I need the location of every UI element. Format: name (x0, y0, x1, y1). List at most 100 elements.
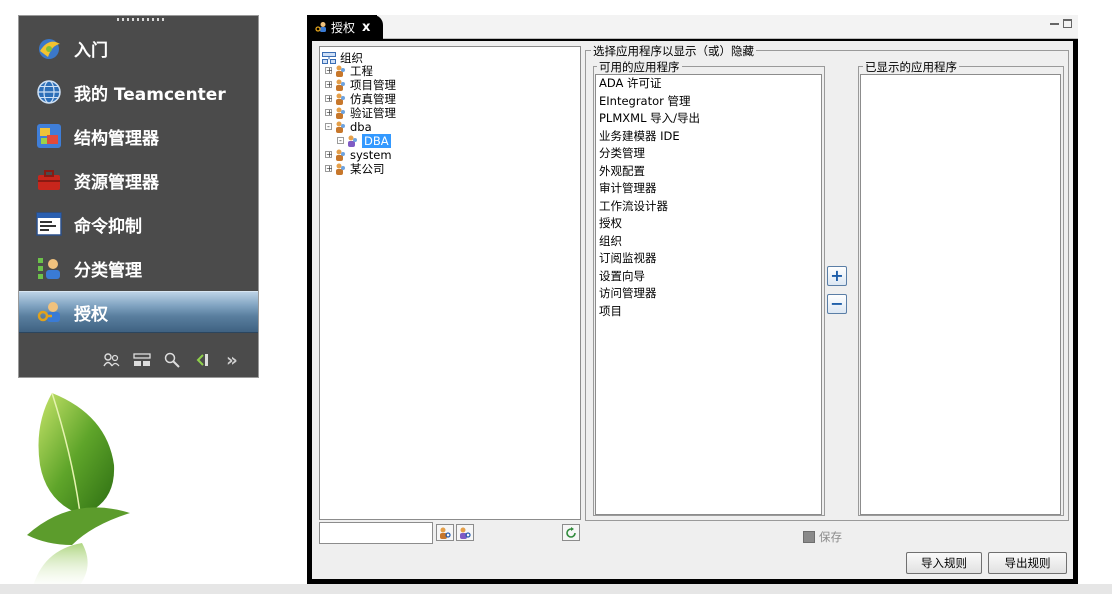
nav-item-classification[interactable]: 分类管理 (19, 248, 258, 288)
group-icon (335, 107, 346, 119)
group-icon (335, 65, 346, 77)
command-window-icon (36, 211, 62, 237)
application-list-item[interactable]: 工作流设计器 (596, 198, 821, 216)
navigator-toolbar: » (19, 343, 258, 377)
tree-node-selected[interactable]: - DBA (337, 133, 391, 148)
pane-resize-grip[interactable] (117, 18, 165, 21)
organization-tree[interactable]: 组织 + 工程 + 项目管理 + 仿真管理 + 验证管理 - dba - DBA… (319, 46, 581, 520)
group-icon (335, 93, 346, 105)
remove-button[interactable]: − (827, 294, 847, 314)
save-button[interactable]: 保存 (803, 529, 842, 545)
collapse-icon[interactable]: - (325, 123, 332, 131)
nav-item-structure-manager[interactable]: 结构管理器 (19, 116, 258, 156)
tab-authorization[interactable]: 授权 x (307, 15, 383, 39)
nav-item-label: 我的 Teamcenter (74, 84, 226, 105)
collapse-icon[interactable]: - (337, 137, 344, 145)
tree-search-input[interactable] (319, 522, 433, 544)
tree-node-label: 某公司 (350, 161, 385, 176)
role-search-icon (460, 527, 471, 539)
role-icon (347, 135, 358, 147)
access-key-icon (36, 299, 62, 325)
application-list-item[interactable]: 审计管理器 (596, 180, 821, 198)
tree-node-label: DBA (362, 133, 391, 148)
save-label: 保存 (819, 530, 842, 544)
expand-icon[interactable]: + (325, 151, 333, 159)
application-list-item[interactable]: ADA 许可证 (596, 75, 821, 93)
nav-item-my-teamcenter[interactable]: 我的 Teamcenter (19, 72, 258, 112)
group-title: 选择应用程序以显示（或）隐藏 (591, 43, 756, 59)
nav-item-label: 资源管理器 (74, 172, 159, 193)
available-apps-title: 可用的应用程序 (597, 59, 682, 75)
more-icon[interactable]: » (222, 350, 242, 371)
toolbox-icon (36, 167, 62, 193)
authorization-window: 授权 x 组织 + 工程 + 项目管理 + 仿真管理 + 验证管理 - dba … (307, 15, 1078, 584)
group-icon (335, 163, 346, 175)
status-strip (0, 584, 1112, 594)
arrow-icon[interactable] (192, 351, 212, 369)
nav-item-command-suppression[interactable]: 命令抑制 (19, 204, 258, 244)
add-button[interactable]: + (827, 266, 847, 286)
application-list-item[interactable]: 外观配置 (596, 163, 821, 181)
application-list-item[interactable]: 设置向导 (596, 268, 821, 286)
globe-icon (36, 79, 62, 105)
save-icon (803, 531, 815, 543)
application-list-item[interactable]: 授权 (596, 215, 821, 233)
shown-apps-title: 已显示的应用程序 (863, 59, 959, 75)
application-list-item[interactable]: 订阅监视器 (596, 250, 821, 268)
shown-apps-list[interactable] (860, 74, 1061, 515)
nav-item-label: 入门 (74, 40, 108, 61)
application-list-item[interactable]: 分类管理 (596, 145, 821, 163)
organization-icon (322, 51, 336, 64)
users-icon[interactable] (102, 351, 122, 369)
group-icon (335, 79, 346, 91)
nav-item-resource-manager[interactable]: 资源管理器 (19, 160, 258, 200)
nav-item-label: 分类管理 (74, 260, 142, 281)
application-list-item[interactable]: 业务建模器 IDE (596, 128, 821, 146)
refresh-icon (566, 526, 576, 538)
available-apps-list[interactable]: ADA 许可证 EIntegrator 管理 PLMXML 导入/导出 业务建模器 I… (595, 74, 822, 515)
expand-icon[interactable]: + (325, 67, 333, 75)
editor-content: 组织 + 工程 + 项目管理 + 仿真管理 + 验证管理 - dba - DBA… (312, 41, 1073, 579)
group-icon (335, 149, 346, 161)
export-rules-button[interactable]: 导出规则 (988, 552, 1067, 574)
tree-node[interactable]: - dba (325, 119, 372, 134)
nav-item-authorization[interactable]: 授权 (19, 291, 258, 333)
find-role-button[interactable] (456, 524, 474, 541)
navigation-pane: 入门 我的 Teamcenter 结构管理器 资源管理器 命令抑制 分类管理 授… (18, 15, 259, 378)
group-search-icon (440, 527, 451, 539)
nav-item-getting-started[interactable]: 入门 (19, 28, 258, 68)
group-icon (335, 121, 346, 133)
tree-node-label: dba (350, 119, 372, 134)
expand-icon[interactable]: + (325, 109, 333, 117)
find-group-button[interactable] (436, 524, 454, 541)
expand-icon[interactable]: + (325, 81, 333, 89)
application-list-item[interactable]: 访问管理器 (596, 285, 821, 303)
nav-item-label: 授权 (74, 304, 108, 325)
application-list-item[interactable]: PLMXML 导入/导出 (596, 110, 821, 128)
maximize-button[interactable] (1063, 19, 1072, 28)
refresh-button[interactable] (562, 524, 580, 541)
tab-bar-background (377, 15, 1078, 39)
expand-icon[interactable]: + (325, 165, 333, 173)
application-list-item[interactable]: 组织 (596, 233, 821, 251)
getting-started-icon (36, 35, 62, 61)
window-controls (1050, 19, 1072, 28)
minimize-button[interactable] (1050, 19, 1059, 25)
tree-node[interactable]: + 验证管理 (325, 105, 396, 120)
nav-item-label: 命令抑制 (74, 216, 142, 237)
tree-node[interactable]: + 某公司 (325, 161, 385, 176)
leaf-image (12, 385, 162, 594)
search-icon[interactable] (162, 351, 182, 369)
layout-icon[interactable] (132, 351, 152, 369)
import-rules-button[interactable]: 导入规则 (906, 552, 982, 574)
close-tab-button[interactable]: x (362, 20, 370, 35)
access-key-icon (315, 21, 327, 33)
application-list-item[interactable]: EIntegrator 管理 (596, 93, 821, 111)
application-list-item[interactable]: 项目 (596, 303, 821, 321)
tree-node-label: system (350, 147, 392, 162)
tab-label: 授权 (331, 20, 356, 35)
expand-icon[interactable]: + (325, 95, 333, 103)
structure-manager-icon (36, 123, 62, 149)
nav-item-label: 结构管理器 (74, 128, 159, 149)
classification-icon (36, 255, 62, 281)
